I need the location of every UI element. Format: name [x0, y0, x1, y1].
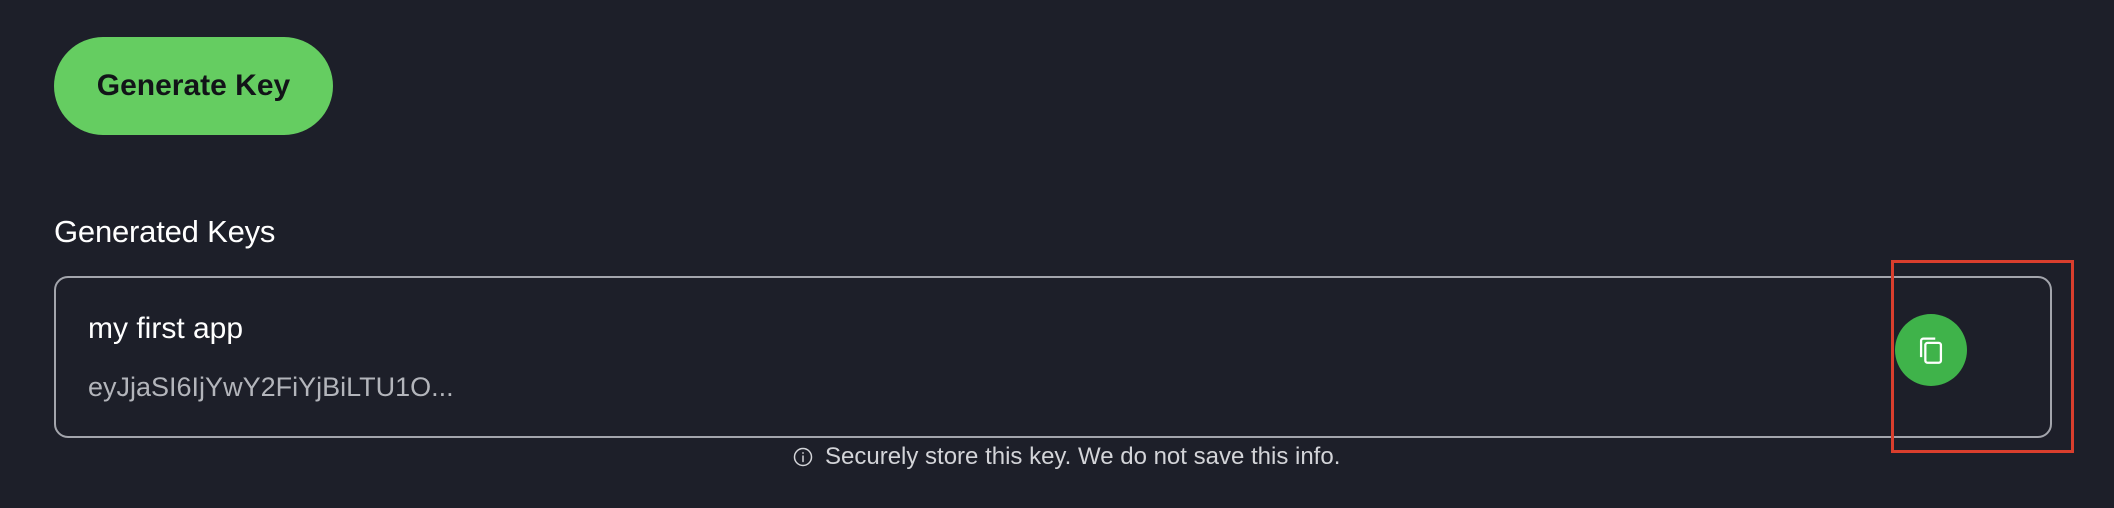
- generated-keys-heading: Generated Keys: [54, 214, 276, 249]
- generate-key-button[interactable]: Generate Key: [54, 37, 333, 135]
- copy-key-button[interactable]: [1895, 314, 1967, 386]
- api-keys-page: Generate Key Generated Keys my first app…: [0, 0, 2114, 508]
- copy-icon: [1914, 333, 1948, 367]
- key-name: my first app: [88, 312, 244, 345]
- security-notice-text: Securely store this key. We do not save …: [825, 443, 1341, 470]
- info-icon: [793, 447, 813, 467]
- key-card: my first app eyJjaSI6IjYwY2FiYjBiLTU1O..…: [54, 276, 2052, 438]
- key-value: eyJjaSI6IjYwY2FiYjBiLTU1O...: [88, 372, 454, 402]
- security-notice: Securely store this key. We do not save …: [793, 440, 1340, 474]
